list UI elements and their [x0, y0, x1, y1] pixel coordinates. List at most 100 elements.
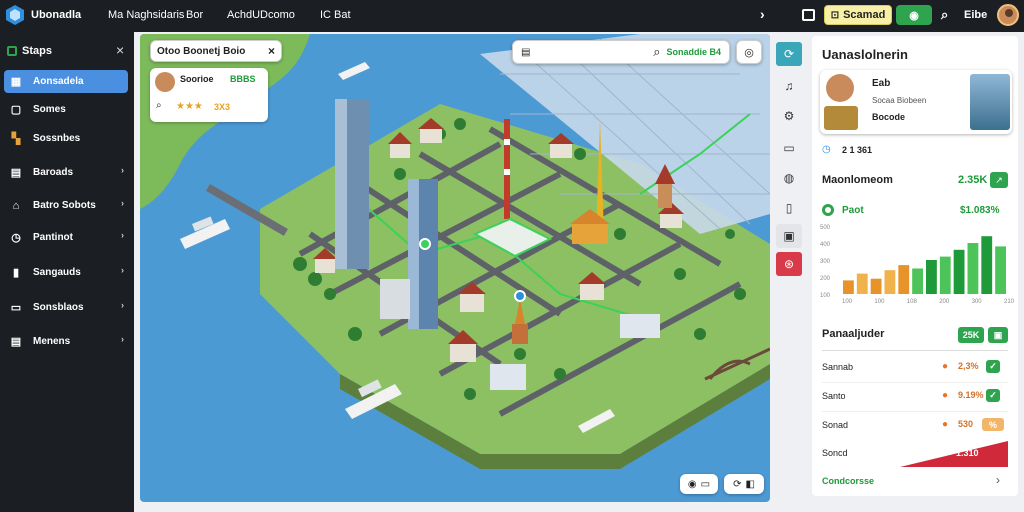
sidebar-item-pantinot[interactable]: ◷ Pantinot ›: [4, 226, 128, 249]
legend-label: Paot: [842, 205, 864, 216]
avatar[interactable]: [997, 4, 1019, 26]
search-icon[interactable]: ⌕: [653, 44, 660, 60]
chevron-right-icon[interactable]: ›: [996, 473, 1000, 487]
gear-tool[interactable]: ⚙: [776, 104, 802, 128]
sidebar-item-somes[interactable]: ▢ Somes: [4, 98, 128, 121]
percent-badge-icon: %: [982, 418, 1004, 431]
photo-icon: ▣: [783, 229, 795, 243]
zoom-icon: ◉: [687, 478, 697, 490]
monitor-amount: $1.083%: [960, 205, 1000, 216]
building-thumbnail-icon: [970, 74, 1010, 130]
search-icon[interactable]: ⌕: [941, 7, 948, 23]
x-tick-label: 100: [874, 299, 885, 304]
scan-label: Scamad: [843, 9, 886, 21]
sidebar-item-menens[interactable]: ▤ Menens ›: [4, 330, 128, 353]
sidebar-close-icon[interactable]: ×: [116, 42, 124, 58]
pop-row-value: 530: [958, 419, 974, 429]
bell-tool[interactable]: ♫: [776, 74, 802, 98]
sidebar-item-baroads[interactable]: ▤ Baroads ›: [4, 161, 128, 184]
zoom-control[interactable]: ◉ ▭: [680, 474, 718, 494]
close-icon[interactable]: ×: [268, 44, 275, 58]
x-tick-label: 200: [939, 299, 950, 304]
sidebar-item-label: Baroads: [33, 167, 74, 178]
photo-tool[interactable]: ▣: [776, 224, 802, 248]
stages-icon: [7, 46, 17, 56]
sidebar-item-label: Sonsblaos: [33, 302, 84, 313]
pop-title: Panaaljuder: [822, 328, 885, 340]
crate-icon: [824, 106, 858, 130]
chart-bar: [926, 260, 937, 294]
trend-icon[interactable]: ↗: [990, 172, 1008, 188]
chart-bar: [870, 278, 882, 294]
x-tick-label: 210: [1004, 299, 1014, 304]
square-icon: ▢: [10, 104, 22, 116]
layers-icon: ◧: [745, 478, 755, 490]
trash-icon: ▯: [785, 201, 793, 215]
menu-item-2[interactable]: Bor: [186, 9, 203, 21]
user-label[interactable]: Eibe: [964, 9, 987, 21]
profile-card[interactable]: Soorioe BBBS ⌕ ★★★ 3X3: [150, 68, 268, 122]
menu-item-1[interactable]: Ma Naghsidaris: [108, 9, 184, 21]
color-blocks-icon: ▚: [11, 133, 21, 145]
link-icon: ⟳: [783, 47, 795, 61]
pop-toggle-icon[interactable]: ▣: [988, 327, 1008, 343]
rating-stars: ★★★: [176, 101, 203, 112]
x-tick-label: 108: [907, 299, 918, 304]
sidebar-item-batro-sobots[interactable]: ⌂ Batro Sobots ›: [4, 194, 128, 217]
divider: [822, 350, 1008, 351]
rating-value: 3X3: [214, 102, 231, 112]
link-tool[interactable]: ⟳: [776, 42, 802, 66]
menu-item-3[interactable]: AchdUDcomo: [227, 9, 295, 21]
y-tick-label: 400: [820, 242, 831, 248]
pop-badge: 25K: [958, 327, 984, 343]
avatar: [826, 74, 854, 102]
trend-area-icon: [900, 441, 1008, 467]
info-line-1: Socaa Biobeen: [872, 96, 927, 105]
camera-button[interactable]: ◎: [736, 40, 762, 64]
y-tick-label: 200: [820, 276, 831, 282]
trash-tool[interactable]: ▯: [776, 196, 802, 220]
search-icon[interactable]: ⌕: [156, 100, 162, 111]
sidebar-item-sonsblaos[interactable]: ▭ Sonsblaos ›: [4, 296, 128, 319]
chevron-icon: ›: [121, 165, 124, 175]
sidebar-item-aonsadela[interactable]: ▦ Aonsadela: [4, 70, 128, 93]
location-chip-label: Otoo Boonetj Boio: [157, 45, 246, 57]
info-panel: Uanaslolnerin Eab Socaa Biobeen Bocode ◷…: [812, 36, 1018, 496]
menu-item-4[interactable]: IC Bat: [320, 9, 351, 21]
sidebar-item-sangauds[interactable]: ▮ Sangauds ›: [4, 261, 128, 284]
camera-icon: ◎: [744, 46, 754, 59]
zoom-fit-icon: ▭: [700, 478, 711, 490]
building-icon: ⌂: [12, 199, 20, 212]
panel-footer-link[interactable]: Condcorsse: [822, 476, 874, 486]
chevron-icon: ›: [121, 230, 124, 240]
sidebar-item-sossnbes[interactable]: ▚ Sossnbes: [4, 127, 128, 150]
menu-icon[interactable]: ▤: [521, 47, 530, 58]
rotate-icon: ⟳: [733, 478, 742, 490]
sidebar: Staps × ▦ Aonsadela ▢ Somes ▚ Sossnbes ▤ Bar…: [0, 32, 134, 512]
sidebar-item-label: Sossnbes: [33, 133, 81, 144]
gear-icon: ⚙: [783, 109, 795, 123]
chart-bar: [912, 268, 923, 294]
avatar: [155, 72, 175, 92]
pin-2-icon: [419, 238, 431, 250]
app-title: Ubonadla: [31, 9, 82, 21]
flame-icon: ●: [942, 361, 949, 372]
view-control[interactable]: ⟳ ◧: [724, 474, 764, 494]
alert-tool[interactable]: ⊛: [776, 252, 802, 276]
profile-name: Soorioe: [180, 74, 214, 84]
sidebar-item-label: Somes: [33, 104, 66, 115]
map-tool[interactable]: ◍: [776, 166, 802, 190]
search-input[interactable]: ▤ ⌕ Sonaddie B4: [512, 40, 730, 64]
window-icon[interactable]: [802, 9, 815, 21]
image-tool[interactable]: ▭: [776, 136, 802, 160]
info-card[interactable]: Eab Socaa Biobeen Bocode: [820, 70, 1012, 134]
chevron-right-icon[interactable]: ›: [760, 6, 765, 22]
divider: [822, 411, 1008, 412]
status-button[interactable]: ◉: [896, 5, 932, 25]
search-value: Sonaddie B4: [666, 47, 721, 57]
city-map-view[interactable]: Otoo Boonetj Boio × Soorioe BBBS ⌕ ★★★ 3…: [140, 34, 770, 502]
scan-button[interactable]: ⊡ Scamad: [824, 5, 892, 25]
pin-icon: [514, 290, 526, 302]
pop-row-label: Sonad: [822, 420, 849, 430]
location-chip[interactable]: Otoo Boonetj Boio ×: [150, 40, 282, 62]
